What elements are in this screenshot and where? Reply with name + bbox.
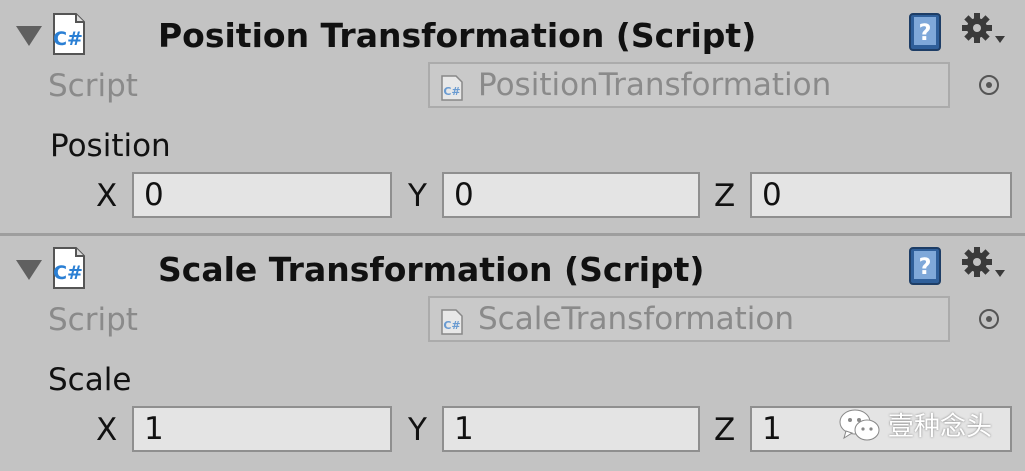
scale-z-value: 1 [762,411,782,447]
script-label: Script [48,302,138,338]
position-y-field[interactable]: 0 [442,172,700,218]
wechat-icon [839,409,880,441]
script-reference-field[interactable]: C# PositionTransformation [428,62,950,108]
watermark: 壹种念头 [838,403,1008,451]
axis-label-x: X [96,178,118,214]
position-z-value: 0 [762,177,782,213]
axis-label-z: Z [714,178,736,214]
property-label-scale: Scale [48,362,132,398]
object-picker-icon[interactable] [978,74,1000,96]
component-title: Scale Transformation (Script) [158,250,705,289]
position-x-value: 0 [144,177,164,213]
script-reference-field[interactable]: C# ScaleTransformation [428,296,950,342]
script-label: Script [48,68,138,104]
property-label-position: Position [50,128,171,164]
svg-text:C#: C# [53,262,83,284]
svg-text:C#: C# [53,28,83,50]
csharp-script-icon: C# [53,247,85,289]
help-book-icon[interactable]: ? [908,12,944,52]
axis-label-z: Z [714,412,736,448]
svg-text:C#: C# [443,319,460,332]
foldout-arrow-icon[interactable] [16,260,42,280]
axis-label-x: X [96,412,118,448]
component-panel-position-transformation: C# Position Transformation (Script) ? Sc… [0,0,1025,234]
scale-x-field[interactable]: 1 [132,406,392,452]
axis-label-y: Y [408,178,427,214]
scale-y-value: 1 [454,411,474,447]
position-y-value: 0 [454,177,474,213]
svg-text:?: ? [919,21,932,46]
position-z-field[interactable]: 0 [750,172,1012,218]
foldout-arrow-icon[interactable] [16,26,42,46]
csharp-script-icon: C# [441,75,463,101]
script-reference-value: ScaleTransformation [478,301,794,337]
axis-label-y: Y [408,412,427,448]
csharp-script-icon: C# [53,13,85,55]
csharp-script-icon: C# [441,309,463,335]
position-x-field[interactable]: 0 [132,172,392,218]
svg-text:C#: C# [443,85,460,98]
component-title: Position Transformation (Script) [158,16,757,55]
script-reference-value: PositionTransformation [478,67,832,103]
scale-x-value: 1 [144,411,164,447]
help-book-icon[interactable]: ? [908,246,944,286]
gear-dropdown-icon[interactable] [960,10,1006,50]
scale-y-field[interactable]: 1 [442,406,700,452]
gear-dropdown-icon[interactable] [960,244,1006,284]
watermark-text: 壹种念头 [888,412,993,442]
object-picker-icon[interactable] [978,308,1000,330]
svg-text:?: ? [919,255,932,280]
